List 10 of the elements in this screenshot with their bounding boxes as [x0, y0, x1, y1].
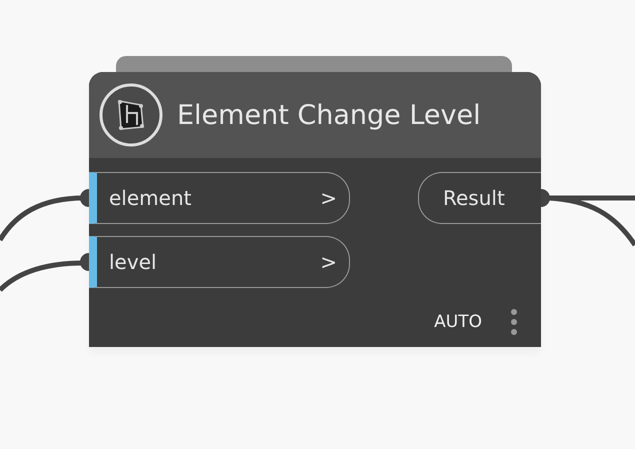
input-port-connector[interactable]	[79, 189, 89, 207]
input-port[interactable]: level >	[89, 236, 350, 288]
input-port-connector[interactable]	[79, 253, 89, 271]
more-options-icon[interactable]	[510, 308, 518, 336]
node-title: Element Change Level	[177, 100, 481, 130]
output-port-connector[interactable]	[541, 189, 551, 207]
input-port[interactable]: element >	[89, 172, 350, 224]
output-port[interactable]: Result	[418, 172, 541, 224]
run-mode-label: AUTO	[434, 312, 482, 332]
element-icon	[99, 83, 163, 147]
